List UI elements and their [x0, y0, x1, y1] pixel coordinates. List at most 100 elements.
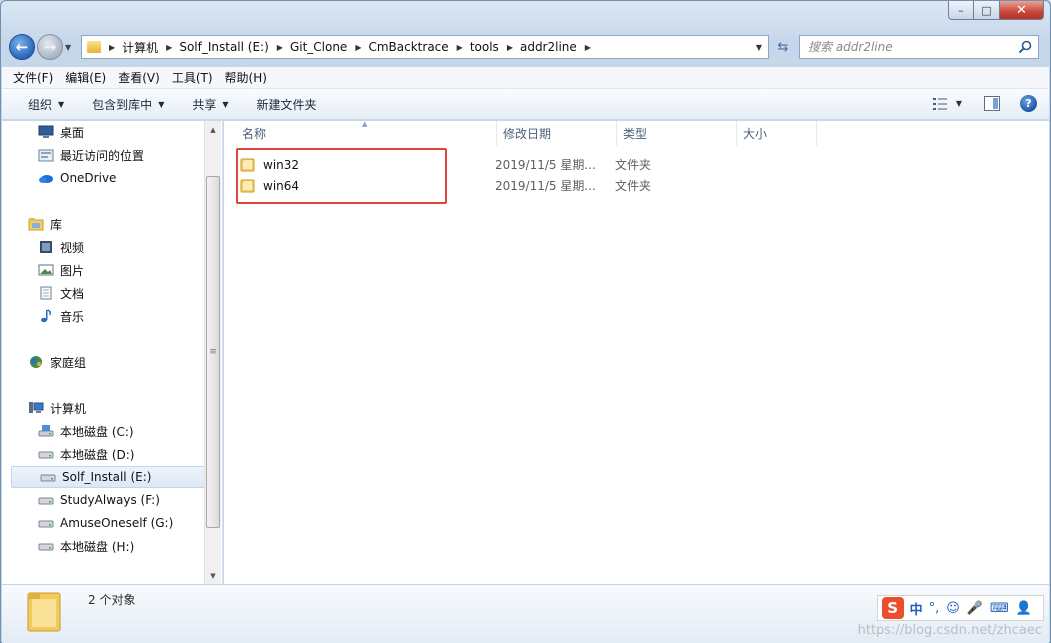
nav-label: 计算机	[50, 401, 87, 416]
organize-label: 组织	[28, 97, 53, 112]
drive-icon	[38, 451, 54, 459]
back-button[interactable]: ←	[9, 34, 35, 60]
breadcrumb-addr2line[interactable]: addr2line	[520, 40, 577, 54]
drive-icon	[38, 497, 54, 505]
nav-item-libraries[interactable]: 库	[28, 214, 62, 234]
nav-item-videos[interactable]: 视频	[38, 237, 84, 257]
nav-label: 最近访问的位置	[60, 148, 145, 163]
menu-file[interactable]: 文件(F)	[13, 69, 53, 86]
nav-item-drive-h[interactable]: 本地磁盘 (H:)	[38, 536, 134, 556]
chevron-right-icon[interactable]: ▶	[457, 43, 463, 52]
breadcrumb-tools[interactable]: tools	[470, 40, 499, 54]
scroll-down-icon[interactable]: ▼	[205, 567, 221, 584]
nav-item-homegroup[interactable]: 家庭组	[28, 352, 86, 372]
chevron-right-icon[interactable]: ▶	[166, 43, 172, 52]
new-folder-label: 新建文件夹	[256, 97, 317, 112]
arrow-right-icon: →	[43, 38, 57, 56]
ime-language-toggle[interactable]: 中	[910, 599, 923, 618]
nav-label: 本地磁盘 (H:)	[60, 539, 135, 554]
breadcrumb-cmbacktrace[interactable]: CmBacktrace	[368, 40, 448, 54]
breadcrumb-drive[interactable]: Solf_Install (E:)	[179, 40, 268, 54]
scroll-up-icon[interactable]: ▲	[205, 121, 221, 138]
column-label: 大小	[743, 127, 768, 141]
nav-label: 音乐	[60, 309, 85, 324]
close-button[interactable]: ✕	[1000, 1, 1044, 20]
forward-button[interactable]: →	[37, 34, 63, 60]
chevron-right-icon[interactable]: ▶	[355, 43, 361, 52]
column-date[interactable]: 修改日期	[497, 121, 617, 146]
view-controls: ▼ ?	[932, 95, 1037, 112]
chevron-right-icon[interactable]: ▶	[109, 43, 115, 52]
include-library-label: 包含到库中	[92, 97, 153, 112]
chevron-right-icon[interactable]: ▶	[585, 43, 591, 52]
minimize-button[interactable]: –	[948, 1, 974, 20]
nav-item-drive-c[interactable]: 本地磁盘 (C:)	[38, 421, 134, 441]
menu-edit[interactable]: 编辑(E)	[65, 69, 106, 86]
nav-scrollbar[interactable]: ▲ ≡ ▼	[204, 121, 221, 584]
breadcrumb-computer[interactable]: 计算机	[122, 39, 158, 56]
homegroup-icon	[30, 356, 42, 368]
menu-help[interactable]: 帮助(H)	[225, 69, 267, 86]
nav-item-recent-places[interactable]: 最近访问的位置	[38, 145, 144, 165]
explorer-window: – □ ✕ ← → ▼ ▶ 计算机 ▶ Solf_Install (E:) ▶ …	[0, 0, 1051, 643]
breadcrumb-git-clone[interactable]: Git_Clone	[290, 40, 347, 54]
emoji-icon[interactable]: ☺	[946, 601, 960, 616]
maximize-button[interactable]: □	[974, 1, 1000, 20]
sogou-logo-icon[interactable]: S	[881, 597, 904, 619]
nav-item-documents[interactable]: 文档	[38, 283, 84, 303]
nav-item-drive-g[interactable]: AmuseOneself (G:)	[38, 513, 173, 533]
desktop-icon	[38, 125, 54, 138]
nav-item-music[interactable]: 音乐	[38, 306, 84, 326]
view-options-dropdown[interactable]: ▼	[956, 99, 962, 108]
chevron-right-icon[interactable]: ▶	[277, 43, 283, 52]
menu-tools[interactable]: 工具(T)	[172, 69, 213, 86]
help-icon[interactable]: ?	[1020, 95, 1037, 112]
search-icon[interactable]	[1018, 40, 1032, 54]
nav-label: OneDrive	[60, 171, 117, 185]
chevron-right-icon[interactable]: ▶	[507, 43, 513, 52]
chevron-down-icon: ▼	[58, 99, 65, 109]
refresh-icon: ⇆	[777, 39, 789, 55]
nav-label: AmuseOneself (G:)	[60, 516, 174, 530]
recent-pages-dropdown[interactable]: ▼	[65, 43, 77, 52]
user-icon[interactable]: 👤	[1016, 601, 1032, 616]
nav-item-desktop[interactable]: 桌面	[38, 122, 84, 142]
column-type[interactable]: 类型	[617, 121, 737, 146]
watermark: https://blog.csdn.net/zhcaec	[857, 623, 1042, 638]
nav-label: 本地磁盘 (C:)	[60, 424, 134, 439]
arrow-left-icon: ←	[15, 38, 29, 56]
search-input[interactable]	[808, 40, 1008, 54]
menu-bar: 文件(F) 编辑(E) 查看(V) 工具(T) 帮助(H)	[2, 67, 1049, 89]
scroll-thumb[interactable]: ≡	[206, 176, 220, 528]
column-size[interactable]: 大小	[737, 121, 817, 146]
address-history-dropdown[interactable]: ▼	[756, 43, 762, 52]
microphone-icon[interactable]: 🎤	[967, 601, 983, 616]
nav-item-computer[interactable]: 计算机	[28, 398, 86, 418]
system-drive-icon	[38, 425, 54, 437]
nav-item-drive-f[interactable]: StudyAlways (F:)	[38, 490, 160, 510]
new-folder-button[interactable]: 新建文件夹	[257, 96, 317, 113]
keyboard-icon[interactable]: ⌨	[990, 601, 1009, 616]
preview-pane-icon[interactable]	[984, 96, 1000, 111]
nav-item-pictures[interactable]: 图片	[38, 260, 84, 280]
drive-icon	[40, 474, 56, 482]
share-button[interactable]: 共享 ▼	[192, 96, 228, 113]
column-label: 名称	[242, 127, 267, 141]
file-type: 文件夹	[615, 158, 652, 172]
ime-punctuation-toggle[interactable]: °,	[929, 601, 940, 616]
file-list: ▲ 名称 修改日期 类型 大小 win32 2019/11/5 星期... 文件…	[224, 120, 1049, 584]
column-name[interactable]: ▲ 名称	[224, 120, 497, 146]
file-date: 2019/11/5 星期...	[495, 179, 596, 193]
nav-item-drive-d[interactable]: 本地磁盘 (D:)	[38, 444, 134, 464]
address-bar[interactable]: ▶ 计算机 ▶ Solf_Install (E:) ▶ Git_Clone ▶ …	[81, 35, 769, 59]
computer-icon	[29, 402, 44, 413]
view-options-icon[interactable]	[932, 97, 948, 111]
include-library-button[interactable]: 包含到库中 ▼	[92, 96, 164, 113]
menu-view[interactable]: 查看(V)	[118, 69, 160, 86]
nav-item-onedrive[interactable]: OneDrive	[38, 168, 116, 188]
organize-button[interactable]: 组织 ▼	[28, 96, 64, 113]
nav-item-drive-e[interactable]: Solf_Install (E:)	[11, 466, 206, 488]
refresh-button[interactable]: ⇆	[771, 35, 795, 59]
nav-label: 本地磁盘 (D:)	[60, 447, 135, 462]
recent-places-icon	[38, 149, 54, 162]
